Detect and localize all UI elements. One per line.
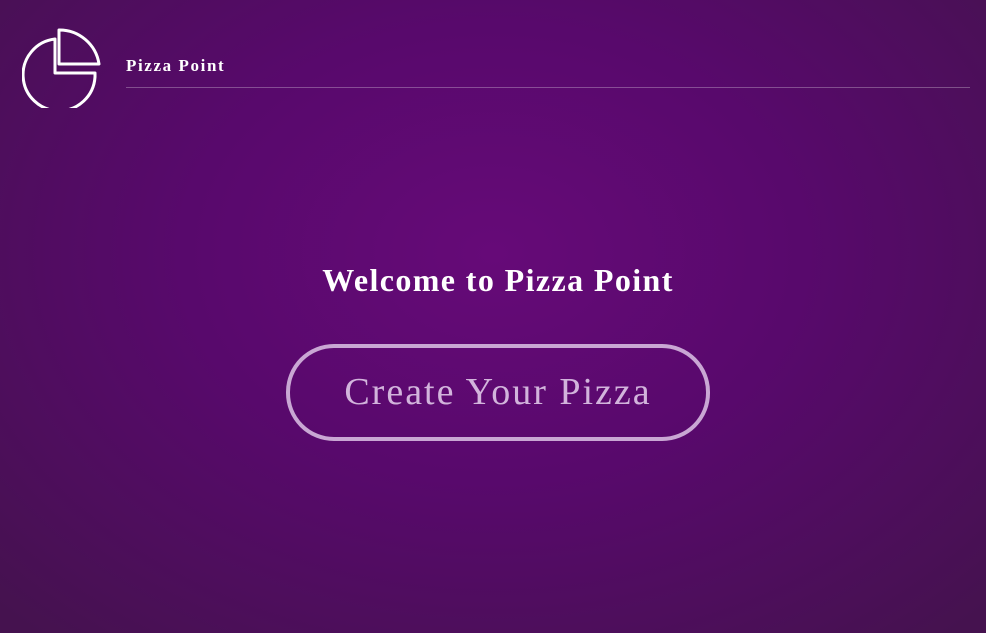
- hero-section: Welcome to Pizza Point Create Your Pizza: [0, 0, 986, 633]
- welcome-heading: Welcome to Pizza Point: [322, 262, 674, 298]
- create-pizza-button[interactable]: Create Your Pizza: [286, 344, 710, 441]
